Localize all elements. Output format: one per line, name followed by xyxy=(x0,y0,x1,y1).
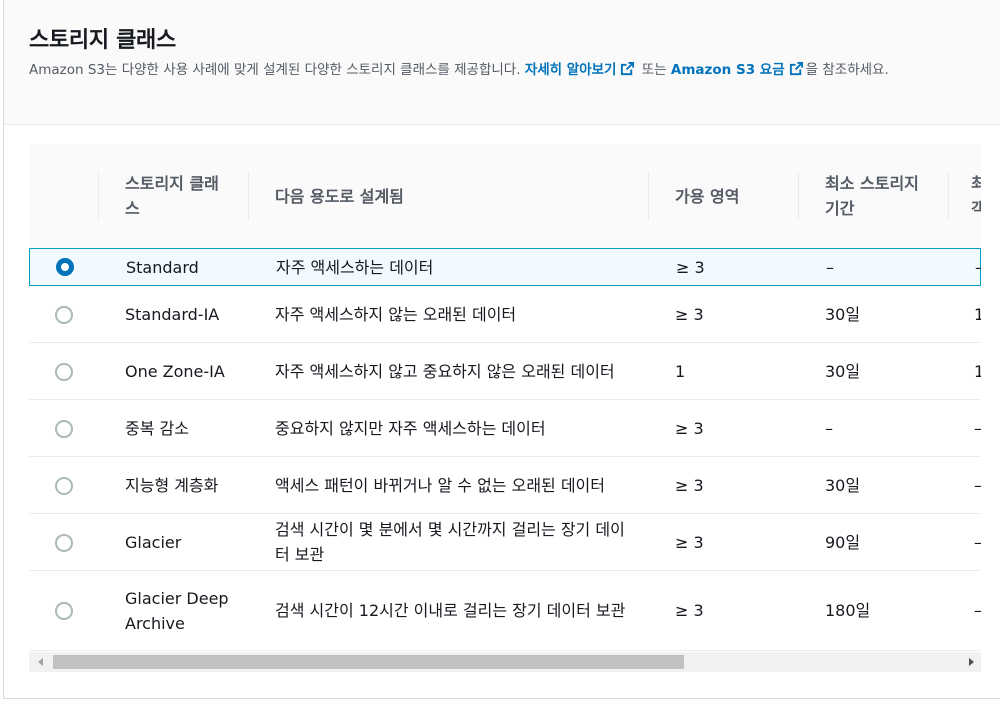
cell-storage-class: 중복 감소 xyxy=(125,418,189,438)
row-radio-button[interactable] xyxy=(55,602,73,620)
cell-availability-zones: ≥ 3 xyxy=(675,601,704,620)
row-radio-button[interactable] xyxy=(55,362,73,381)
cell-designed-for: 액세스 패턴이 바뀌거나 알 수 없는 오래된 데이터 xyxy=(275,475,606,495)
cell-min-billable-size: – xyxy=(974,400,981,456)
horizontal-scrollbar[interactable] xyxy=(29,652,981,672)
cell-availability-zones: ≥ 3 xyxy=(675,532,704,552)
storage-class-table: 스토리지 클래스 다음 용도로 설계됨 가용 영역 최소 스토리지 기간 최소 … xyxy=(29,144,981,674)
storage-class-panel: 스토리지 클래스 Amazon S3는 다양한 사용 사례에 맞게 설계된 다양… xyxy=(3,0,1000,699)
cell-min-storage-duration: 30일 xyxy=(825,304,861,324)
cell-storage-class: One Zone-IA xyxy=(125,361,225,381)
column-header-min-storage-duration: 최소 스토리지 기간 xyxy=(825,174,919,218)
column-header-min-billable-size: 최소 청구 가능 객체 크기 xyxy=(971,174,981,218)
column-header-designed-for: 다음 용도로 설계됨 xyxy=(275,186,404,206)
table-row[interactable]: 중복 감소 중요하지 않지만 자주 액세스하는 데이터 ≥ 3 – – xyxy=(29,400,981,457)
cell-availability-zones: ≥ 3 xyxy=(675,475,704,495)
row-radio-button[interactable] xyxy=(55,476,73,495)
scroll-left-arrow-icon[interactable] xyxy=(38,658,43,666)
table-row[interactable]: Standard-IA 자주 액세스하지 않는 오래된 데이터 ≥ 3 30일 1 xyxy=(29,286,981,343)
table-header: 스토리지 클래스 다음 용도로 설계됨 가용 영역 최소 스토리지 기간 최소 … xyxy=(29,144,981,248)
cell-designed-for: 중요하지 않지만 자주 액세스하는 데이터 xyxy=(275,418,546,438)
cell-min-storage-duration: – xyxy=(826,257,834,277)
cell-designed-for: 검색 시간이 몇 분에서 몇 시간까지 걸리는 장기 데이터 보관 xyxy=(275,520,625,564)
cell-designed-for: 자주 액세스하지 않고 중요하지 않은 오래된 데이터 xyxy=(275,361,615,381)
or-text: 또는 xyxy=(641,62,667,78)
cell-min-billable-size: – xyxy=(975,249,981,285)
cell-min-billable-size: – xyxy=(974,571,981,650)
column-separator xyxy=(798,172,799,220)
column-header-storage-class: 스토리지 클래스 xyxy=(125,174,219,218)
cell-availability-zones: ≥ 3 xyxy=(676,257,705,277)
cell-min-storage-duration: 30일 xyxy=(825,361,861,381)
cell-min-storage-duration: – xyxy=(825,418,833,438)
panel-header: 스토리지 클래스 Amazon S3는 다양한 사용 사례에 맞게 설계된 다양… xyxy=(4,0,1000,125)
cell-min-storage-duration: 90일 xyxy=(825,532,861,552)
panel-title: 스토리지 클래스 xyxy=(29,28,176,53)
cell-storage-class: 지능형 계층화 xyxy=(125,475,219,495)
cell-availability-zones: 1 xyxy=(675,361,686,381)
cell-min-billable-size: 1 xyxy=(974,361,981,381)
scrollbar-thumb[interactable] xyxy=(53,655,684,669)
description-prefix: Amazon S3는 다양한 사용 사례에 맞게 설계된 다양한 스토리지 클래… xyxy=(29,62,521,78)
cell-storage-class: Glacier Deep Archive xyxy=(125,588,229,633)
column-separator xyxy=(248,172,249,220)
cell-designed-for: 자주 액세스하는 데이터 xyxy=(276,257,434,277)
row-radio-button[interactable] xyxy=(56,258,74,276)
cell-min-billable-size: 1 xyxy=(974,304,981,324)
scroll-right-arrow-icon[interactable] xyxy=(969,658,974,666)
row-radio-button[interactable] xyxy=(55,305,73,324)
table-row[interactable]: Glacier Deep Archive 검색 시간이 12시간 이내로 걸리는 … xyxy=(29,571,981,651)
cell-availability-zones: ≥ 3 xyxy=(675,304,704,324)
table-row[interactable]: 지능형 계층화 액세스 패턴이 바뀌거나 알 수 없는 오래된 데이터 ≥ 3 30일… xyxy=(29,457,981,514)
learn-more-link[interactable]: 자세히 알아보기 xyxy=(525,61,638,78)
cell-storage-class: Glacier xyxy=(125,532,182,552)
cell-min-storage-duration: 180일 xyxy=(825,601,871,620)
column-separator xyxy=(648,172,649,220)
column-separator xyxy=(948,172,949,220)
table-row[interactable]: Glacier 검색 시간이 몇 분에서 몇 시간까지 걸리는 장기 데이터 보관… xyxy=(29,514,981,571)
row-radio-button[interactable] xyxy=(55,533,73,552)
cell-designed-for: 자주 액세스하지 않는 오래된 데이터 xyxy=(275,304,517,324)
row-radio-button[interactable] xyxy=(55,419,73,438)
table-row[interactable]: One Zone-IA 자주 액세스하지 않고 중요하지 않은 오래된 데이터 1 3… xyxy=(29,343,981,400)
description-suffix: 을 참조하세요. xyxy=(805,62,889,78)
cell-min-billable-size: – xyxy=(974,457,981,513)
cell-availability-zones: ≥ 3 xyxy=(675,418,704,438)
cell-min-storage-duration: 30일 xyxy=(825,475,861,495)
table-row[interactable]: Standard 자주 액세스하는 데이터 ≥ 3 – – xyxy=(29,248,981,286)
cell-designed-for: 검색 시간이 12시간 이내로 걸리는 장기 데이터 보관 xyxy=(275,601,626,620)
external-link-icon xyxy=(621,61,635,76)
pricing-link[interactable]: Amazon S3 요금 xyxy=(671,61,806,78)
panel-description: Amazon S3는 다양한 사용 사례에 맞게 설계된 다양한 스토리지 클래… xyxy=(29,60,989,81)
cell-min-billable-size: – xyxy=(974,514,981,570)
column-header-availability-zones: 가용 영역 xyxy=(675,186,740,206)
cell-storage-class: Standard-IA xyxy=(125,304,220,324)
external-link-icon xyxy=(789,61,803,76)
column-separator xyxy=(98,172,99,220)
cell-storage-class: Standard xyxy=(126,257,199,277)
